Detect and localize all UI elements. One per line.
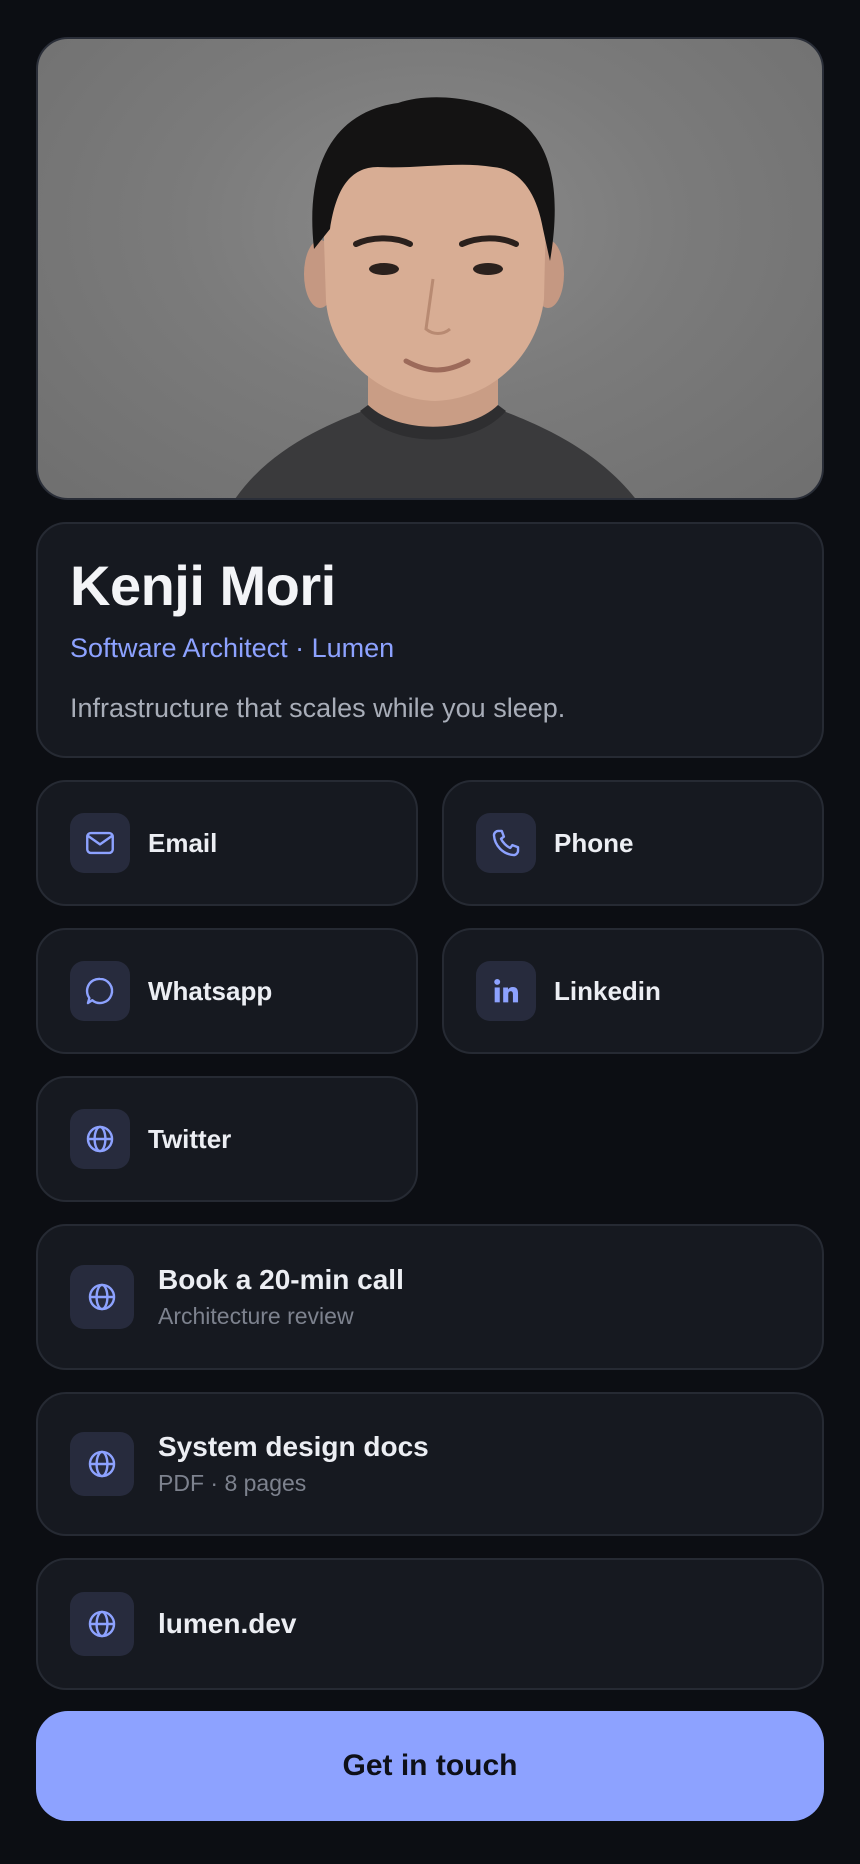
book-call-link[interactable]: Book a 20-min call Architecture review [36,1224,824,1370]
phone-button[interactable]: Phone [442,780,824,906]
book-call-text: Book a 20-min call Architecture review [158,1263,404,1331]
profile-tagline: Infrastructure that scales while you sle… [70,693,566,723]
email-label: Email [148,827,218,858]
design-docs-link[interactable]: System design docs PDF · 8 pages [36,1392,824,1536]
book-call-title: Book a 20-min call [158,1264,404,1295]
chat-icon [70,961,130,1021]
globe-icon [70,1109,130,1169]
profile-role: Software Architect · Lumen [70,633,395,663]
globe-icon [70,1265,134,1329]
book-call-subtitle: Architecture review [158,1303,354,1329]
profile-page: Kenji Mori Software Architect · Lumen In… [0,0,860,1864]
linkedin-icon [476,961,536,1021]
profile-photo [36,37,824,500]
website-link[interactable]: lumen.dev [36,1558,824,1690]
phone-label: Phone [554,827,634,858]
profile-card: Kenji Mori Software Architect · Lumen In… [36,522,824,758]
globe-icon [70,1592,134,1656]
email-button[interactable]: Email [36,780,418,906]
linkedin-button[interactable]: Linkedin [442,928,824,1054]
design-docs-title: System design docs [158,1431,429,1462]
get-in-touch-button[interactable]: Get in touch [36,1711,824,1821]
profile-name: Kenji Mori [70,554,336,617]
whatsapp-button[interactable]: Whatsapp [36,928,418,1054]
link-list: Book a 20-min call Architecture review S… [36,1224,824,1690]
portrait-image [235,97,635,498]
globe-icon [70,1432,134,1496]
website-title: lumen.dev [158,1608,297,1639]
contact-grid: Email Phone Whatsapp Linkedin Twitter [36,780,824,1202]
design-docs-subtitle: PDF · 8 pages [158,1470,307,1496]
mail-icon [70,813,130,873]
twitter-label: Twitter [148,1123,232,1154]
phone-icon [476,813,536,873]
website-text: lumen.dev [158,1607,296,1641]
twitter-button[interactable]: Twitter [36,1076,418,1202]
whatsapp-label: Whatsapp [148,975,273,1006]
design-docs-text: System design docs PDF · 8 pages [158,1430,429,1498]
linkedin-label: Linkedin [554,975,661,1006]
